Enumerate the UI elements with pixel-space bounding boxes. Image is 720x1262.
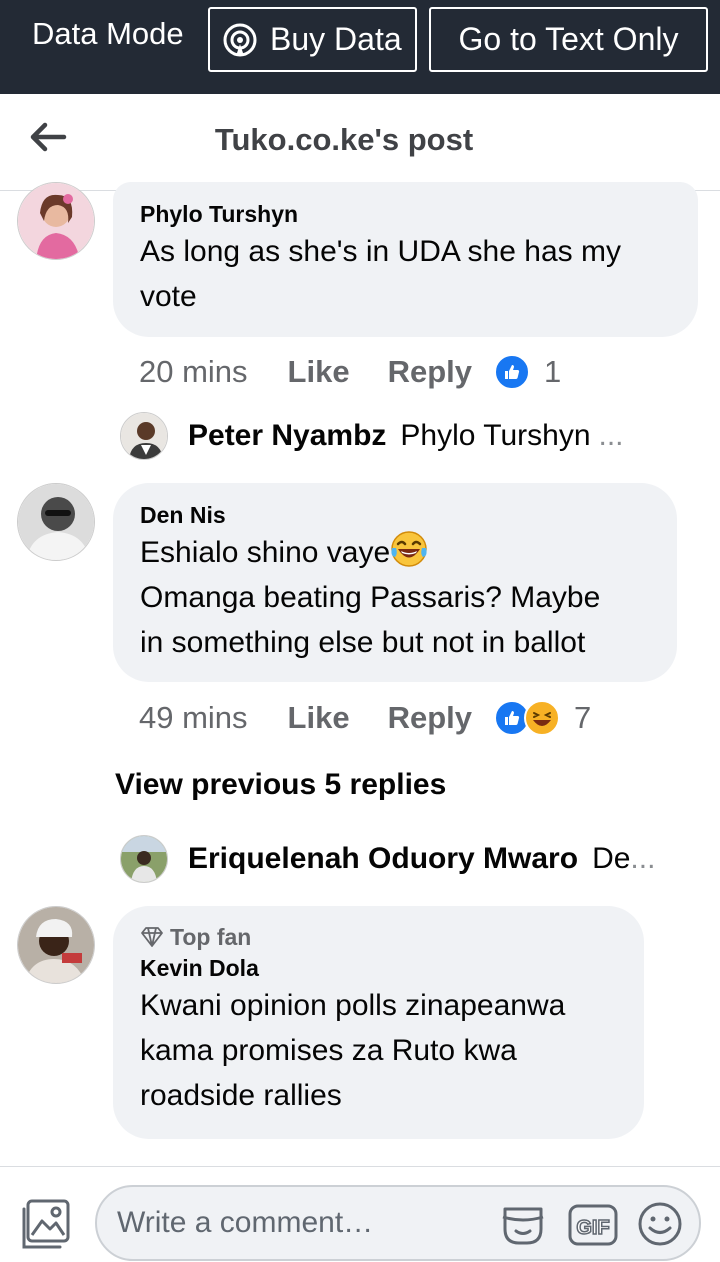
comment-text: As long as she's in UDA she has my vote xyxy=(140,235,621,313)
comment-text-first: Eshialo shino vaye xyxy=(140,536,391,569)
comment-author[interactable]: Phylo Turshyn xyxy=(140,199,671,229)
view-previous-replies-link[interactable]: View previous 5 replies xyxy=(115,768,446,802)
reply-button[interactable]: Reply xyxy=(388,354,472,390)
reply-preview[interactable]: Peter Nyambz Phylo Turshyn ... xyxy=(120,412,624,460)
broadcast-icon xyxy=(223,23,257,56)
reply-author: Eriquelenah Oduory Mwaro xyxy=(188,842,579,875)
data-mode-label: Data Mode xyxy=(32,16,184,51)
reply-snippet: De xyxy=(592,842,631,875)
photo-icon[interactable] xyxy=(20,1199,72,1251)
comment-text: Omanga beating Passaris? Maybe in someth… xyxy=(140,581,601,659)
reaction-count: 7 xyxy=(574,700,592,735)
text-only-label: Go to Text Only xyxy=(458,21,679,57)
comment-input[interactable]: Write a comment… GIF xyxy=(95,1185,701,1261)
reply-preview[interactable]: Eriquelenah Oduory Mwaro De ... xyxy=(120,835,655,883)
avatar[interactable] xyxy=(17,483,95,561)
comment-bubble[interactable]: Phylo Turshyn As long as she's in UDA sh… xyxy=(113,182,698,337)
avatar[interactable] xyxy=(17,182,95,260)
comment-author[interactable]: Den Nis xyxy=(140,500,650,530)
reaction-summary[interactable] xyxy=(494,354,530,390)
comment-bubble[interactable]: Top fan Kevin Dola Kwani opinion polls z… xyxy=(113,906,644,1139)
svg-text:GIF: GIF xyxy=(576,1217,609,1239)
data-mode-bar: Data Mode Buy Data Go to Text Only xyxy=(0,0,720,94)
avatar-photo xyxy=(18,907,94,983)
comment-actions: 49 mins Like Reply 7 xyxy=(139,698,591,738)
reply-button[interactable]: Reply xyxy=(388,700,472,736)
diamond-icon xyxy=(141,927,163,947)
reply-author: Peter Nyambz xyxy=(188,419,387,452)
top-fan-badge: Top fan xyxy=(140,921,617,953)
comment-text-line1: Eshialo shino vaye xyxy=(140,530,650,575)
post-header: Tuko.co.ke's post xyxy=(0,94,720,191)
reply-ellipsis: ... xyxy=(630,842,656,875)
avatar xyxy=(120,412,168,460)
comment-actions: 20 mins Like Reply 1 xyxy=(139,352,561,392)
comment-text: Kwani opinion polls zinapeanwa kama prom… xyxy=(140,989,566,1112)
reaction-summary[interactable] xyxy=(494,700,560,736)
avatar-photo xyxy=(18,183,94,259)
comment-time: 49 mins xyxy=(139,700,248,735)
comment-composer: Write a comment… GIF xyxy=(0,1166,720,1262)
laughing-tears-emoji-icon xyxy=(391,531,427,567)
comment-bubble[interactable]: Den Nis Eshialo shino vaye Omanga beatin… xyxy=(113,483,677,682)
buy-data-button[interactable]: Buy Data xyxy=(208,7,417,72)
emoji-icon[interactable] xyxy=(637,1201,683,1247)
comment-author[interactable]: Kevin Dola xyxy=(140,953,617,983)
avatar xyxy=(120,835,168,883)
top-fan-label: Top fan xyxy=(170,924,252,950)
like-button[interactable]: Like xyxy=(288,700,350,736)
page-title: Tuko.co.ke's post xyxy=(214,122,474,157)
text-only-button[interactable]: Go to Text Only xyxy=(429,7,708,72)
gif-icon[interactable]: GIF xyxy=(567,1203,619,1247)
comment-placeholder: Write a comment… xyxy=(117,1206,374,1239)
buy-data-label: Buy Data xyxy=(270,21,402,57)
like-button[interactable]: Like xyxy=(288,354,350,390)
avatar[interactable] xyxy=(17,906,95,984)
reply-ellipsis: ... xyxy=(598,419,624,452)
like-reaction-icon xyxy=(494,354,530,390)
sticker-icon[interactable] xyxy=(499,1203,547,1247)
avatar-photo xyxy=(18,484,94,560)
comment-time: 20 mins xyxy=(139,354,248,389)
reaction-count: 1 xyxy=(544,354,562,389)
reply-snippet: Phylo Turshyn xyxy=(400,419,591,452)
haha-reaction-icon xyxy=(524,700,560,736)
